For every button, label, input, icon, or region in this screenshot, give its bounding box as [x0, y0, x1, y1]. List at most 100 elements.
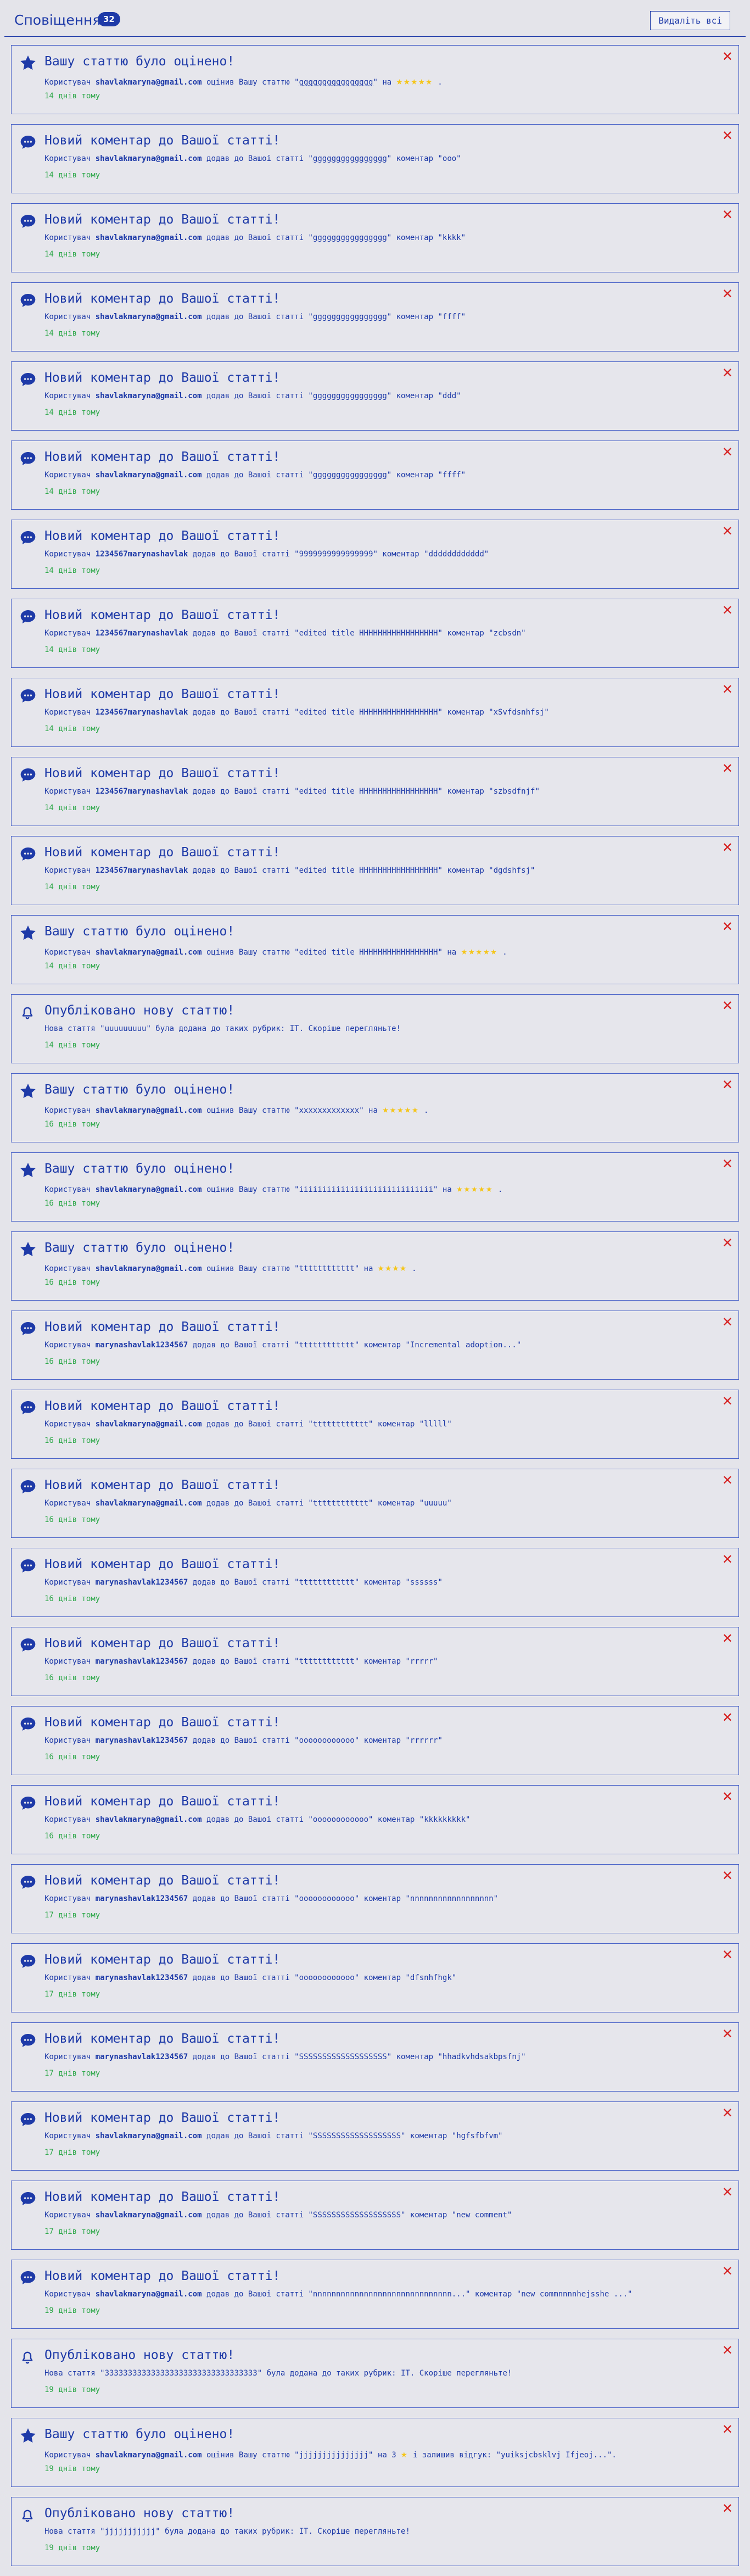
article-link[interactable]: oooooooooooo	[299, 1973, 355, 1982]
body-prefix: Користувач	[44, 629, 96, 638]
notification-title: Новий коментар до Вашої статті!	[44, 1478, 281, 1492]
body-verb: додав до Вашої статті "	[188, 787, 299, 796]
close-icon[interactable]: ✕	[722, 682, 733, 697]
notification-title: Вашу статтю було оцінено!	[44, 1241, 235, 1255]
article-link[interactable]: nnnnnnnnnnnnnnnnnnnnnnnnnnnnnn...	[313, 2290, 466, 2299]
close-icon[interactable]: ✕	[722, 1789, 733, 1804]
notification-card: Новий коментар до Вашої статті! Користува…	[11, 124, 739, 193]
notification-title: Новий коментар до Вашої статті!	[44, 845, 281, 860]
article-link[interactable]: tttttttttttt	[299, 1264, 355, 1273]
close-icon[interactable]: ✕	[722, 2501, 733, 2516]
delete-all-button[interactable]: Видаліть всі	[650, 11, 730, 30]
notification-time: 16 днів тому	[44, 1753, 100, 1761]
article-link[interactable]: gggggggggggggggg	[299, 78, 373, 87]
notification-time: 14 днів тому	[44, 408, 100, 417]
notification-title: Вашу статтю було оцінено!	[44, 54, 235, 69]
close-icon[interactable]: ✕	[722, 2026, 733, 2042]
article-link[interactable]: gggggggggggggggg	[313, 392, 387, 400]
close-icon[interactable]: ✕	[722, 919, 733, 934]
close-icon[interactable]: ✕	[722, 603, 733, 618]
article-link[interactable]: jjjjjjjjjjj	[105, 2527, 156, 2536]
close-icon[interactable]: ✕	[722, 444, 733, 460]
close-icon[interactable]: ✕	[722, 1393, 733, 1409]
article-link[interactable]: oooooooooooo	[299, 1736, 355, 1745]
article-link[interactable]: tttttttttttt	[299, 1341, 355, 1350]
notification-card: Новий коментар до Вашої статті! Користува…	[11, 203, 739, 272]
article-link[interactable]: edited title HHHHHHHHHHHHHHHHH	[299, 708, 438, 717]
article-link[interactable]: 9999999999999999	[299, 550, 373, 559]
user-name: 1234567marynashavlak	[95, 866, 188, 875]
article-link[interactable]: tttttttttttt	[313, 1499, 368, 1508]
close-icon[interactable]: ✕	[722, 2184, 733, 2200]
close-icon[interactable]: ✕	[722, 1235, 733, 1251]
article-link[interactable]: edited title HHHHHHHHHHHHHHHHH	[299, 866, 438, 875]
body-verb: додав до Вашої статті "	[202, 154, 313, 163]
body-prefix: Користувач	[44, 2451, 96, 2460]
article-link[interactable]: gggggggggggggggg	[313, 154, 387, 163]
article-link[interactable]: edited title HHHHHHHHHHHHHHHHH	[299, 787, 438, 796]
article-link[interactable]: iiiiiiiiiiiiiiiiiiiiiiiiiiiii	[299, 1185, 433, 1194]
body-verb: додав до Вашої статті "	[188, 2053, 299, 2061]
notification-title: Вашу статтю було оцінено!	[44, 1162, 235, 1176]
close-icon[interactable]: ✕	[722, 1710, 733, 1725]
notification-time: 19 днів тому	[44, 2306, 100, 2315]
close-icon[interactable]: ✕	[722, 2105, 733, 2121]
body-suffix: " коментар "ooo"	[387, 154, 461, 163]
article-link[interactable]: tttttttttttt	[313, 1420, 368, 1429]
close-icon[interactable]: ✕	[722, 1156, 733, 1172]
close-icon[interactable]: ✕	[722, 1947, 733, 1962]
article-link[interactable]: 333333333333333333333333333333333	[105, 2369, 258, 2378]
close-icon[interactable]: ✕	[722, 1631, 733, 1646]
close-icon[interactable]: ✕	[722, 523, 733, 539]
count-badge: 32	[98, 12, 120, 26]
article-link[interactable]: gggggggggggggggg	[313, 471, 387, 479]
close-icon[interactable]: ✕	[722, 2343, 733, 2358]
close-icon[interactable]: ✕	[722, 365, 733, 381]
body-prefix: Користувач	[44, 233, 96, 242]
article-link[interactable]: uuuuuuuuu	[105, 1024, 147, 1033]
chat-bubble-icon	[19, 1874, 37, 1891]
close-icon[interactable]: ✕	[722, 128, 733, 143]
article-link[interactable]: edited title HHHHHHHHHHHHHHHHH	[299, 948, 438, 957]
body-prefix: Користувач	[44, 2132, 96, 2140]
notification-card: Новий коментар до Вашої статті! Користува…	[11, 2101, 739, 2171]
close-icon[interactable]: ✕	[722, 1077, 733, 1092]
body-prefix: Нова стаття "	[44, 2527, 105, 2536]
close-icon[interactable]: ✕	[722, 998, 733, 1013]
article-link[interactable]: tttttttttttt	[299, 1657, 355, 1666]
article-link[interactable]: SSSSSSSSSSSSSSSSSSS	[299, 2053, 387, 2061]
close-icon[interactable]: ✕	[722, 49, 733, 64]
notification-time: 16 днів тому	[44, 1674, 100, 1682]
notification-body: Користувач shavlakmaryna@gmail.com оціни…	[44, 75, 443, 87]
article-link[interactable]: gggggggggggggggg	[313, 233, 387, 242]
article-link[interactable]: jjjjjjjjjjjjjjj	[299, 2451, 368, 2460]
article-link[interactable]: SSSSSSSSSSSSSSSSSSS	[313, 2211, 401, 2220]
article-link[interactable]: SSSSSSSSSSSSSSSSSSS	[313, 2132, 401, 2140]
notification-time: 14 днів тому	[44, 566, 100, 575]
user-name: shavlakmaryna@gmail.com	[95, 2211, 202, 2220]
close-icon[interactable]: ✕	[722, 1868, 733, 1883]
close-icon[interactable]: ✕	[722, 840, 733, 855]
notification-body: Користувач marynashavlak1234567 додав до…	[44, 1736, 443, 1745]
article-link[interactable]: edited title HHHHHHHHHHHHHHHHH	[299, 629, 438, 638]
close-icon[interactable]: ✕	[722, 2263, 733, 2279]
user-name: shavlakmaryna@gmail.com	[95, 233, 202, 242]
article-link[interactable]: xxxxxxxxxxxxx	[299, 1106, 360, 1115]
article-link[interactable]: gggggggggggggggg	[313, 313, 387, 321]
close-icon[interactable]: ✕	[722, 1552, 733, 1567]
notification-title: Новий коментар до Вашої статті!	[44, 1636, 281, 1651]
article-link[interactable]: oooooooooooo	[313, 1815, 368, 1824]
close-icon[interactable]: ✕	[722, 2422, 733, 2437]
notification-title: Вашу статтю було оцінено!	[44, 924, 235, 939]
close-icon[interactable]: ✕	[722, 207, 733, 222]
body-verb: додав до Вашої статті "	[188, 1973, 299, 1982]
close-icon[interactable]: ✕	[722, 286, 733, 302]
notification-title: Новий коментар до Вашої статті!	[44, 1874, 281, 1888]
article-link[interactable]: tttttttttttt	[299, 1578, 355, 1587]
article-link[interactable]: oooooooooooo	[299, 1894, 355, 1903]
close-icon[interactable]: ✕	[722, 1473, 733, 1488]
close-icon[interactable]: ✕	[722, 1314, 733, 1330]
close-icon[interactable]: ✕	[722, 761, 733, 776]
body-prefix: Користувач	[44, 1106, 96, 1115]
body-suffix: " коментар "ffff"	[387, 313, 466, 321]
